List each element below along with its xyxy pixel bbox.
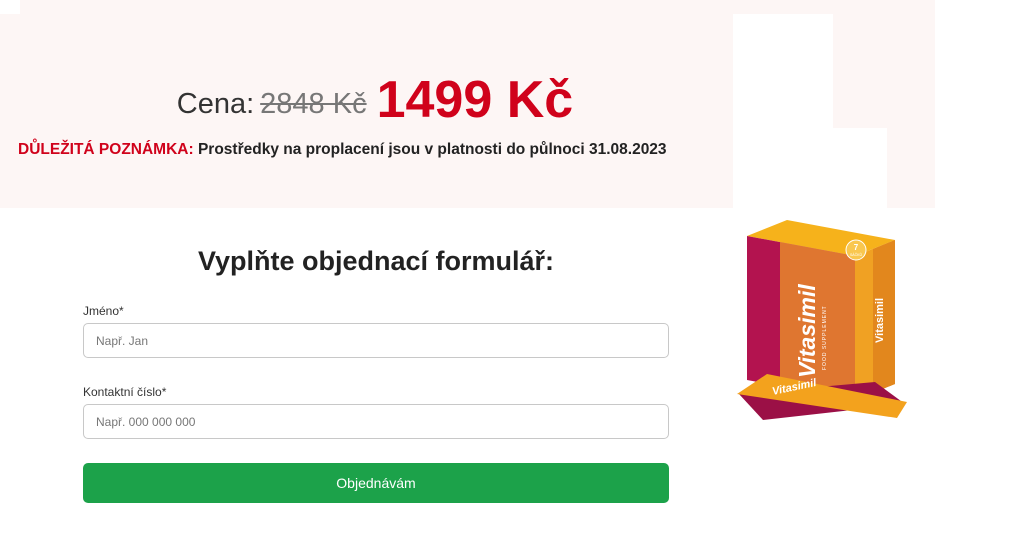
important-note: DŮLEŽITÁ POZNÁMKA: Prostředky na proplac… <box>18 141 667 159</box>
old-price: 2848 Kč <box>260 88 367 120</box>
box-badge-number: 7 <box>854 243 859 252</box>
name-label: Jméno* <box>83 304 124 318</box>
price-line: Cena: 2848 Kč 1499 Kč <box>0 70 750 130</box>
banner-image-placeholder-2 <box>830 128 887 208</box>
product-image: 7 SÁČKŮ Vitasimil FOOD SUPPLEMENT Vitasi… <box>737 220 907 420</box>
form-title: Vyplňte objednací formulář: <box>197 246 555 276</box>
important-note-label: DŮLEŽITÁ POZNÁMKA: <box>18 141 194 158</box>
new-price: 1499 Kč <box>376 71 574 129</box>
important-note-text: Prostředky na proplacení jsou v platnost… <box>197 141 667 158</box>
box-brand-side: Vitasimil <box>874 298 886 343</box>
box-badge-text: SÁČKŮ <box>850 252 863 257</box>
box-brand-front: Vitasimil <box>794 284 820 378</box>
phone-label: Kontaktní číslo* <box>83 385 167 399</box>
price-label: Cena: <box>176 88 255 120</box>
order-button[interactable]: Objednávám <box>83 463 669 503</box>
banner-corner-cutout <box>0 0 20 14</box>
box-subtitle: FOOD SUPPLEMENT <box>822 305 828 370</box>
name-input[interactable] <box>83 323 669 358</box>
phone-input[interactable] <box>83 404 669 439</box>
